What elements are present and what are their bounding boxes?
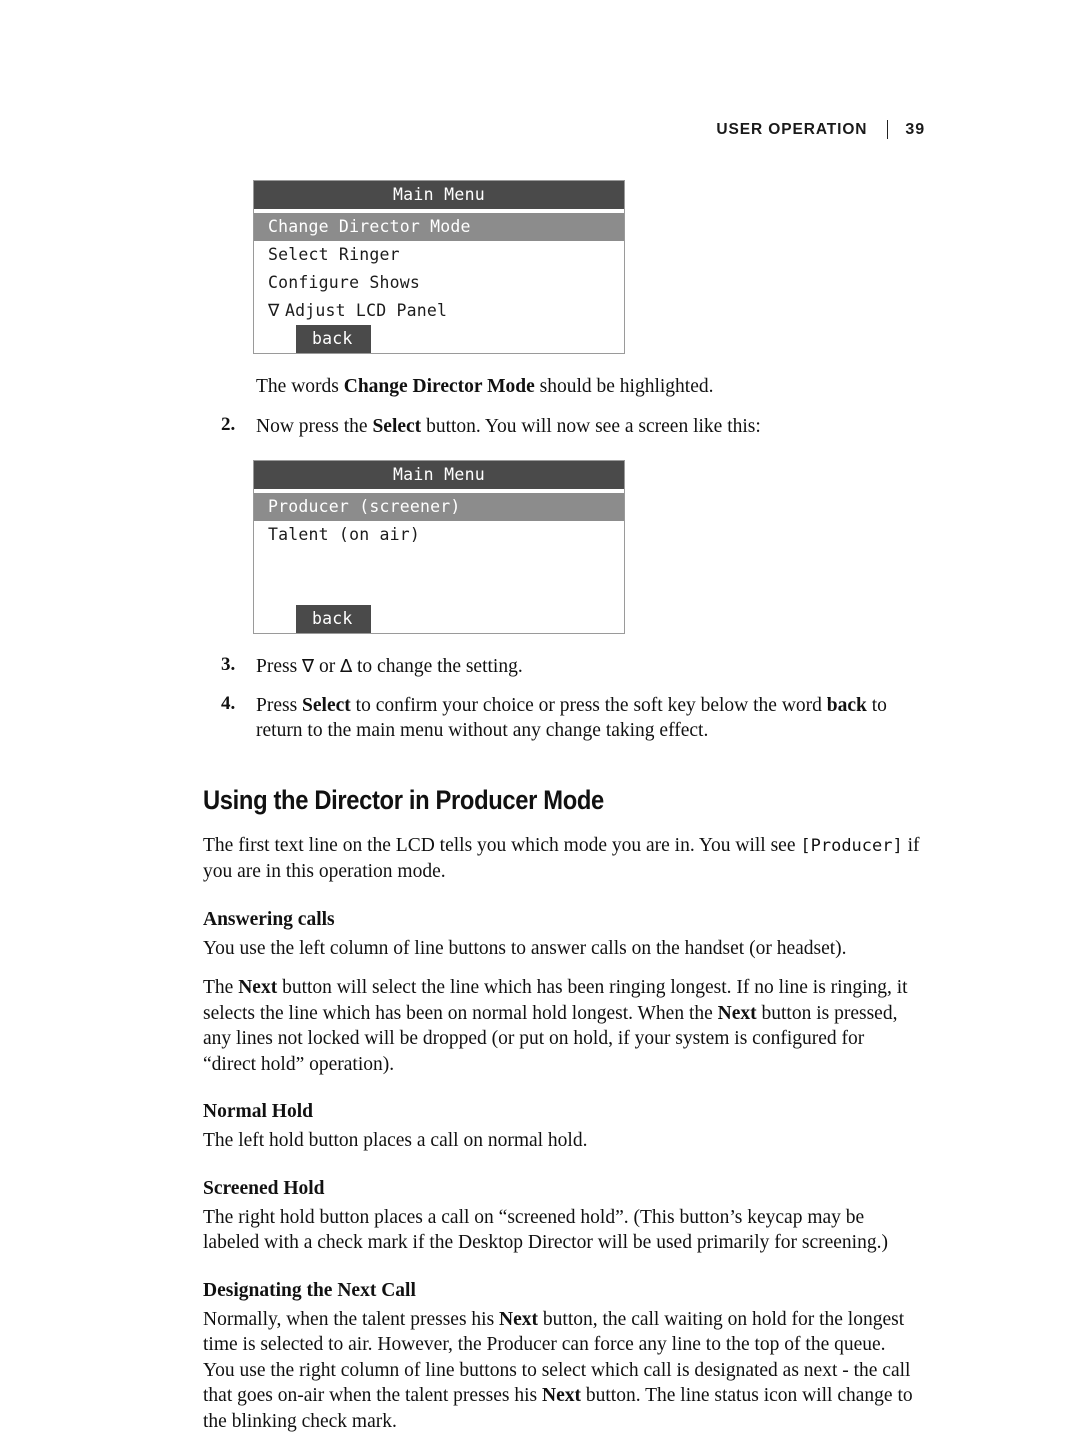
list-item-step-3: 3. Press ∇ or ∆ to change the setting. [203, 654, 921, 680]
subsection-spacer [203, 1168, 921, 1176]
subsections-container: Answering calls You use the left column o… [203, 907, 921, 1456]
subsection-paragraph: The right hold button places a call on “… [203, 1205, 921, 1256]
subsection-heading: Answering calls [203, 907, 921, 932]
bold-term: Next [238, 977, 277, 998]
lcd-screen-main-menu-modes: Main Menu Change Director Mode Select Ring… [253, 180, 625, 354]
text-run: The [203, 977, 238, 998]
back-softkey-button[interactable]: back [296, 605, 371, 633]
back-softkey-button[interactable]: back [296, 325, 371, 353]
bold-term: Next [499, 1309, 538, 1330]
lcd-menu-item-label: Adjust LCD Panel [285, 301, 447, 320]
text-run: button. You will now see a screen like t… [421, 416, 761, 437]
step-number: 3. [221, 654, 235, 676]
text-run: or [314, 656, 340, 677]
arrow-glyph: ∆ [340, 656, 352, 677]
bold-term: Next [542, 1385, 581, 1406]
text-run: to confirm your choice or press the soft… [351, 695, 827, 716]
lcd-menu-item-label: Producer (screener) [268, 497, 461, 516]
text-run: The right hold button places a call on “… [203, 1207, 888, 1254]
subsection-paragraph: The Next button will select the line whi… [203, 975, 921, 1077]
text-run: You use the left column of line buttons … [203, 938, 847, 959]
text-run: Now press the [256, 416, 372, 437]
bold-term: back [827, 695, 867, 716]
text-run: Normally, when the talent presses his [203, 1309, 499, 1330]
bold-term: Select [372, 416, 421, 437]
lcd-title-bar: Main Menu [254, 461, 624, 489]
subsection-spacer [203, 1448, 921, 1456]
lcd-softkey-bar: back [254, 605, 624, 633]
arrow-glyph: ∇ [302, 656, 314, 677]
step-text: Press Select to confirm your choice or p… [256, 693, 921, 744]
subsection-paragraph: Normally, when the talent presses his Ne… [203, 1307, 921, 1435]
header-section-label: USER OPERATION [716, 121, 867, 139]
lcd-menu-item[interactable]: ∇Adjust LCD Panel [254, 297, 624, 325]
lcd-menu-item[interactable]: Talent (on air) [254, 521, 624, 549]
subsection-heading: Designating the Next Call [203, 1278, 921, 1303]
lcd-menu-item-label: Change Director Mode [268, 217, 471, 236]
step-number: 2. [221, 414, 235, 436]
lcd-menu-item-label: Talent (on air) [268, 525, 420, 544]
bold-term: Select [302, 695, 351, 716]
lcd-menu-item[interactable]: Configure Shows [254, 269, 624, 297]
subsection-spacer [203, 1270, 921, 1278]
list-item-step-2: 2. Now press the Select button. You will… [203, 414, 921, 440]
lcd-title-bar: Main Menu [254, 181, 624, 209]
lcd-empty-row [254, 549, 624, 577]
text-run: The left hold button places a call on no… [203, 1130, 587, 1151]
text-run: to change the setting. [352, 656, 523, 677]
list-item-step-4: 4. Press Select to confirm your choice o… [203, 693, 921, 744]
text-run: Press [256, 656, 302, 677]
lcd-empty-row [254, 577, 624, 605]
subsection-paragraph: You use the left column of line buttons … [203, 936, 921, 962]
caption-tail: should be highlighted. [535, 376, 714, 397]
header-divider [887, 120, 888, 139]
bold-term: Next [718, 1003, 757, 1024]
section-heading: Using the Director in Producer Mode [203, 783, 835, 817]
subsection-heading: Screened Hold [203, 1176, 921, 1201]
caption-change-director-mode: The words Change Director Mode should be… [256, 374, 921, 400]
lcd-softkey-bar: back [254, 325, 624, 353]
step-number: 4. [221, 693, 235, 715]
running-header: USER OPERATION 39 [716, 120, 925, 139]
step-text: Press ∇ or ∆ to change the setting. [256, 654, 921, 680]
lcd-menu-item-label: Select Ringer [268, 245, 400, 264]
page-content: Main Menu Change Director Mode Select Ring… [203, 180, 921, 1456]
scroll-down-arrow-icon: ∇ [268, 297, 285, 325]
lcd-menu-item-selected[interactable]: Change Director Mode [254, 213, 624, 241]
lcd-menu-item-label: Configure Shows [268, 273, 420, 292]
caption-bold-term: Change Director Mode [344, 376, 535, 397]
section-intro-paragraph: The first text line on the LCD tells you… [203, 833, 921, 885]
lcd-screen-mode-selection: Main Menu Producer (screener) Talent (on a… [253, 460, 625, 634]
caption-lead: The words [256, 376, 344, 397]
subsection-spacer [203, 1091, 921, 1099]
subsection-heading: Normal Hold [203, 1099, 921, 1124]
inline-code-producer: [Producer] [800, 836, 902, 856]
step-text: Now press the Select button. You will no… [256, 414, 921, 440]
intro-part-1: The first text line on the LCD tells you… [203, 835, 800, 856]
page-number: 39 [905, 121, 925, 139]
lcd-menu-item[interactable]: Select Ringer [254, 241, 624, 269]
text-run: Press [256, 695, 302, 716]
subsection-paragraph: The left hold button places a call on no… [203, 1128, 921, 1154]
lcd-menu-item-selected[interactable]: Producer (screener) [254, 493, 624, 521]
